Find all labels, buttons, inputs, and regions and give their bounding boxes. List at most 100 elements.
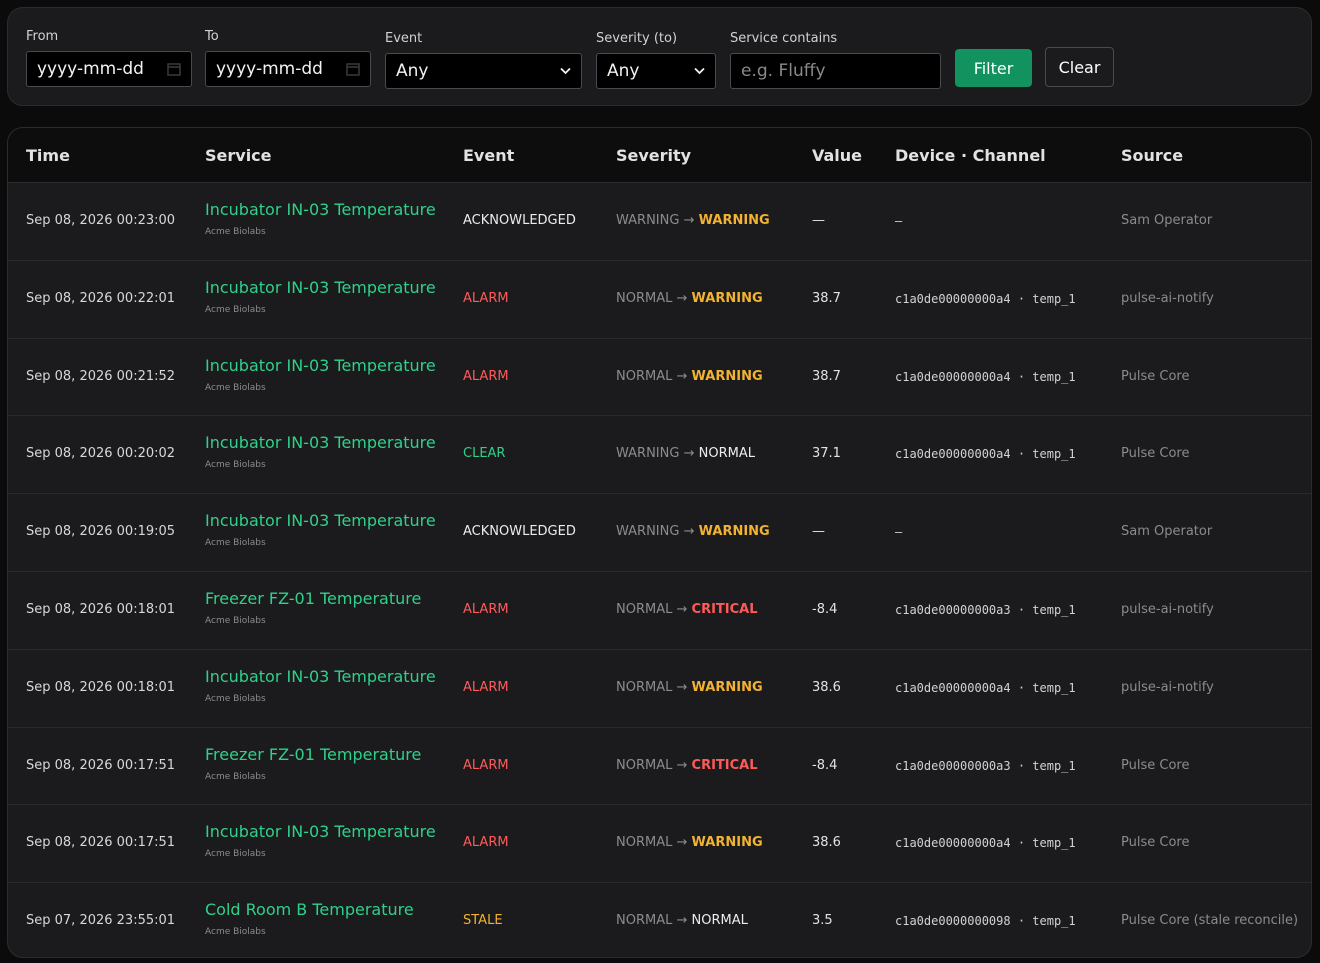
value: 38.6 xyxy=(812,679,841,695)
severity-from: NORMAL xyxy=(616,290,673,306)
device-channel: c1a0de00000000a3 · temp_1 xyxy=(895,603,1076,617)
event-type: ALARM xyxy=(463,368,509,384)
organization-name: Acme Biolabs xyxy=(205,227,266,237)
severity-from: NORMAL xyxy=(616,368,673,384)
event-select-value: Any xyxy=(396,61,429,81)
service-link[interactable]: Incubator IN-03 Temperature xyxy=(205,200,436,219)
severity-transition: NORMAL → NORMAL xyxy=(616,913,748,928)
service-link[interactable]: Incubator IN-03 Temperature xyxy=(205,667,436,686)
arrow-right-icon: → xyxy=(683,446,695,462)
column-header-source: Source xyxy=(1121,146,1184,165)
event-time: Sep 08, 2026 00:17:51 xyxy=(26,835,176,851)
arrow-right-icon: → xyxy=(676,835,688,851)
table-row[interactable]: Sep 08, 2026 00:18:01 Freezer FZ-01 Tempe… xyxy=(8,571,1311,649)
chevron-down-icon xyxy=(560,67,571,75)
event-type: ALARM xyxy=(463,602,509,617)
event-time: Sep 08, 2026 00:21:52 xyxy=(26,368,176,384)
source: Sam Operator xyxy=(1121,524,1213,540)
calendar-icon[interactable] xyxy=(346,62,360,76)
severity-transition: NORMAL → WARNING xyxy=(616,835,763,850)
severity-transition: WARNING → WARNING xyxy=(616,213,770,228)
events-table: Time Service Event Severity Value Device… xyxy=(7,127,1312,958)
filter-button[interactable]: Filter xyxy=(955,49,1032,87)
service-link[interactable]: Freezer FZ-01 Temperature xyxy=(205,745,421,764)
severity-transition: NORMAL → WARNING xyxy=(616,291,763,306)
table-row[interactable]: Sep 08, 2026 00:17:51 Freezer FZ-01 Tempe… xyxy=(8,726,1311,805)
table-header: Time Service Event Severity Value Device… xyxy=(8,128,1311,182)
device-channel: c1a0de00000000a4 · temp_1 xyxy=(895,836,1076,851)
from-date-input[interactable]: yyyy-mm-dd xyxy=(26,51,192,87)
source: Pulse Core (stale reconcile) xyxy=(1121,913,1299,929)
severity-to: CRITICAL xyxy=(691,757,758,773)
device-channel: c1a0de00000000a4 · temp_1 xyxy=(895,447,1076,462)
severity-from: NORMAL xyxy=(616,835,673,851)
service-search-input[interactable]: e.g. Fluffy xyxy=(730,53,941,89)
severity-from: NORMAL xyxy=(616,602,673,617)
service-link[interactable]: Incubator IN-03 Temperature xyxy=(205,278,436,297)
service-link[interactable]: Incubator IN-03 Temperature xyxy=(205,822,436,841)
value: 38.7 xyxy=(812,368,841,384)
event-time: Sep 08, 2026 00:18:01 xyxy=(26,679,176,695)
value: -8.4 xyxy=(812,757,838,773)
event-label: Event xyxy=(385,31,423,46)
to-date-input[interactable]: yyyy-mm-dd xyxy=(205,51,371,87)
table-row[interactable]: Sep 08, 2026 00:19:05 Incubator IN-03 Tem… xyxy=(8,493,1311,571)
device-channel: – xyxy=(895,525,903,540)
organization-name: Acme Biolabs xyxy=(205,771,266,782)
table-row[interactable]: Sep 08, 2026 00:23:00 Incubator IN-03 Tem… xyxy=(8,182,1311,260)
table-row[interactable]: Sep 07, 2026 23:55:01 Cold Room B Tempera… xyxy=(8,882,1311,957)
device-channel: c1a0de00000000a4 · temp_1 xyxy=(895,291,1076,306)
organization-name: Acme Biolabs xyxy=(205,616,266,626)
severity-from: WARNING xyxy=(616,446,680,462)
organization-name: Acme Biolabs xyxy=(205,693,266,704)
source: Pulse Core xyxy=(1121,446,1190,462)
arrow-right-icon: → xyxy=(683,524,695,540)
clear-button[interactable]: Clear xyxy=(1045,47,1114,87)
filter-bar: From yyyy-mm-dd To yyyy-mm-dd Event Any … xyxy=(7,7,1312,106)
arrow-right-icon: → xyxy=(676,602,688,617)
organization-name: Acme Biolabs xyxy=(205,382,266,393)
column-header-severity: Severity xyxy=(616,146,692,165)
table-row[interactable]: Sep 08, 2026 00:21:52 Incubator IN-03 Tem… xyxy=(8,337,1311,416)
table-row[interactable]: Sep 08, 2026 00:22:01 Incubator IN-03 Tem… xyxy=(8,259,1311,338)
severity-to: WARNING xyxy=(698,524,770,540)
severity-transition: NORMAL → WARNING xyxy=(616,680,763,695)
arrow-right-icon: → xyxy=(676,913,688,929)
table-row[interactable]: Sep 08, 2026 00:20:02 Incubator IN-03 Tem… xyxy=(8,415,1311,493)
service-link[interactable]: Cold Room B Temperature xyxy=(205,900,414,919)
calendar-icon[interactable] xyxy=(167,62,181,76)
device-channel: c1a0de00000000a4 · temp_1 xyxy=(895,369,1076,384)
arrow-right-icon: → xyxy=(676,290,688,306)
severity-select[interactable]: Any xyxy=(596,53,716,89)
severity-transition: NORMAL → CRITICAL xyxy=(616,758,758,773)
arrow-right-icon: → xyxy=(676,368,688,384)
organization-name: Acme Biolabs xyxy=(205,460,266,471)
severity-to: WARNING xyxy=(698,213,770,228)
from-label: From xyxy=(26,29,59,44)
severity-to: NORMAL xyxy=(691,913,748,929)
value: 3.5 xyxy=(812,913,833,929)
from-date-text: yyyy-mm-dd xyxy=(37,59,144,79)
severity-to: WARNING xyxy=(691,290,763,306)
severity-transition: WARNING → NORMAL xyxy=(616,446,755,461)
value: 37.1 xyxy=(812,446,841,462)
organization-name: Acme Biolabs xyxy=(205,849,266,860)
value: — xyxy=(812,213,825,228)
value: — xyxy=(812,524,825,540)
arrow-right-icon: → xyxy=(683,213,695,228)
service-link[interactable]: Incubator IN-03 Temperature xyxy=(205,356,436,375)
severity-to: WARNING xyxy=(691,679,763,695)
organization-name: Acme Biolabs xyxy=(205,538,266,549)
chevron-down-icon xyxy=(694,67,705,75)
value: -8.4 xyxy=(812,602,838,617)
device-channel: c1a0de0000000098 · temp_1 xyxy=(895,914,1076,929)
service-link[interactable]: Freezer FZ-01 Temperature xyxy=(205,589,421,608)
column-header-time: Time xyxy=(26,146,70,165)
severity-select-value: Any xyxy=(607,61,640,81)
device-channel: c1a0de00000000a3 · temp_1 xyxy=(895,758,1076,773)
service-link[interactable]: Incubator IN-03 Temperature xyxy=(205,433,436,452)
table-row[interactable]: Sep 08, 2026 00:17:51 Incubator IN-03 Tem… xyxy=(8,804,1311,882)
service-link[interactable]: Incubator IN-03 Temperature xyxy=(205,511,436,530)
event-select[interactable]: Any xyxy=(385,53,582,89)
table-row[interactable]: Sep 08, 2026 00:18:01 Incubator IN-03 Tem… xyxy=(8,648,1311,727)
